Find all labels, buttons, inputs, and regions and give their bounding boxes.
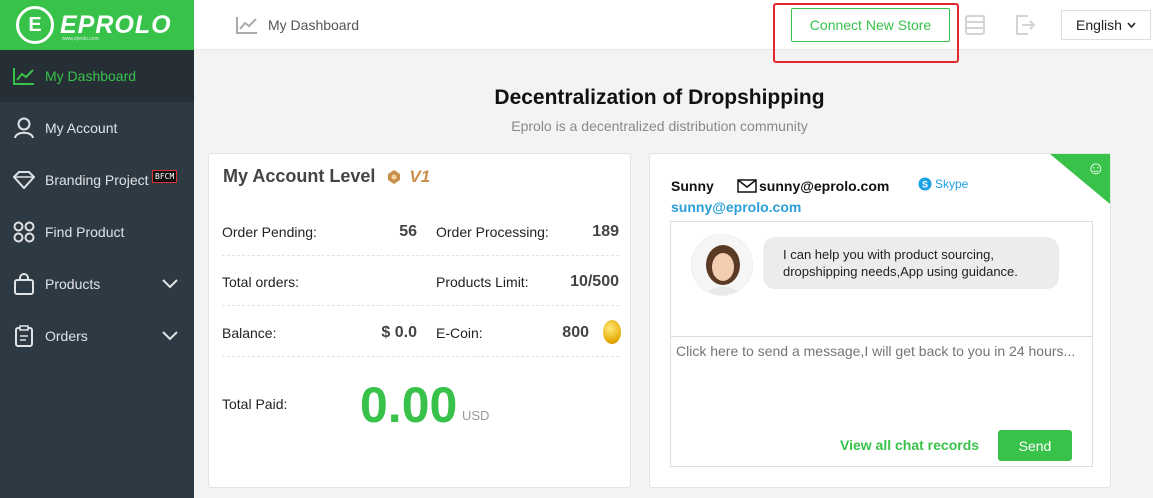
total-orders-label: Total orders: — [222, 274, 300, 290]
sidebar-item-label: My Dashboard — [45, 68, 137, 84]
chat-box: I can help you with product sourcing, dr… — [670, 221, 1093, 467]
account-level-card: My Account Level V1 Order Pending: 56 Or… — [208, 153, 631, 488]
bfcm-badge: BFCM — [152, 170, 178, 183]
diamond-icon — [12, 168, 36, 192]
skype-link[interactable]: S Skype — [918, 177, 968, 191]
products-limit-value: 10/500 — [570, 273, 619, 290]
user-icon — [12, 116, 36, 140]
sidebar-item-label: My Account — [45, 120, 118, 136]
sidebar: E EPROLO www.eprolo.com My Dashboard My … — [0, 0, 194, 498]
brand-logo[interactable]: E EPROLO www.eprolo.com — [0, 0, 194, 50]
skype-icon: S — [918, 177, 932, 191]
sidebar-item-orders[interactable]: Orders — [0, 310, 194, 362]
order-pending-label: Order Pending: — [222, 224, 317, 240]
logo-subtext: www.eprolo.com — [62, 36, 99, 42]
sidebar-item-find-product[interactable]: Find Product — [0, 206, 194, 258]
smiley-icon[interactable]: ☺ — [1087, 158, 1105, 179]
mail-icon — [737, 179, 757, 193]
sidebar-item-my-dashboard[interactable]: My Dashboard — [0, 50, 194, 102]
ecoin-value: 800 — [562, 324, 589, 341]
chevron-down-icon[interactable] — [162, 328, 178, 344]
bag-icon — [12, 272, 36, 296]
chat-message-input[interactable] — [676, 343, 1084, 413]
account-level-title: My Account Level V1 — [223, 166, 430, 187]
grid-icon — [12, 220, 36, 244]
sidebar-item-label: Find Product — [45, 224, 125, 240]
agent-email-text: sunny@eprolo.com — [759, 178, 890, 194]
agent-message-bubble: I can help you with product sourcing, dr… — [763, 237, 1059, 289]
ecoin-label: E-Coin: — [436, 325, 483, 341]
balance-label: Balance: — [222, 325, 277, 341]
connect-new-store-button[interactable]: Connect New Store — [791, 8, 950, 42]
top-header: My Dashboard Connect New Store English — [194, 0, 1153, 63]
clipboard-icon — [12, 324, 36, 348]
breadcrumb: My Dashboard — [236, 16, 359, 34]
database-icon[interactable] — [964, 14, 986, 41]
skype-label: Skype — [935, 177, 969, 191]
order-processing-value[interactable]: 189 — [592, 223, 619, 241]
agent-avatar — [691, 234, 753, 296]
total-paid-unit: USD — [462, 408, 490, 423]
support-chat-card: ☺ Sunny sunny@eprolo.com S Skype sunny@e… — [649, 153, 1111, 488]
page-subtitle: Eprolo is a decentralized distribution c… — [511, 118, 808, 134]
total-paid-value: 0.00 — [360, 377, 458, 433]
chart-line-icon — [12, 64, 36, 88]
breadcrumb-label: My Dashboard — [268, 17, 360, 33]
level-text: V1 — [409, 166, 431, 186]
agent-email: sunny@eprolo.com — [737, 178, 889, 194]
stats-row: Balance: $ 0.0 E-Coin: 800 — [222, 307, 621, 357]
logout-icon[interactable] — [1014, 14, 1036, 41]
language-select[interactable]: English — [1061, 10, 1151, 40]
sidebar-item-label: Branding Project — [45, 172, 149, 188]
agent-name: Sunny — [671, 178, 714, 194]
stats-row: Order Pending: 56 Order Processing: 189 — [222, 206, 619, 256]
chart-line-icon — [236, 17, 257, 34]
chevron-down-icon — [1127, 22, 1136, 28]
products-limit-label: Products Limit: — [436, 274, 529, 290]
order-processing-label: Order Processing: — [436, 224, 549, 240]
account-level-heading: My Account Level — [223, 166, 376, 186]
level-badges: V1 — [387, 167, 430, 187]
sidebar-item-branding-project[interactable]: Branding Project BFCM — [0, 154, 194, 206]
balance-value: $ 0.0 — [381, 324, 417, 341]
message-history: I can help you with product sourcing, dr… — [671, 222, 1092, 337]
agent-email-link[interactable]: sunny@eprolo.com — [671, 199, 801, 215]
sidebar-item-label: Products — [45, 276, 101, 292]
page-title: Decentralization of Dropshipping — [494, 86, 825, 109]
total-paid-label: Total Paid: — [222, 396, 288, 412]
coin-icon — [603, 320, 621, 344]
sidebar-item-my-account[interactable]: My Account — [0, 102, 194, 154]
stats-row: Total orders: Products Limit: 10/500 — [222, 256, 619, 306]
sidebar-item-label: Orders — [45, 328, 88, 344]
level-medal-icon — [388, 169, 401, 184]
sidebar-item-products[interactable]: Products — [0, 258, 194, 310]
order-pending-value[interactable]: 56 — [352, 223, 417, 241]
language-label: English — [1076, 17, 1122, 33]
view-all-chat-records-link[interactable]: View all chat records — [840, 437, 979, 453]
logo-mark: E — [16, 6, 54, 44]
svg-text:S: S — [922, 180, 928, 190]
chevron-down-icon[interactable] — [162, 276, 178, 292]
send-button[interactable]: Send — [998, 430, 1072, 461]
